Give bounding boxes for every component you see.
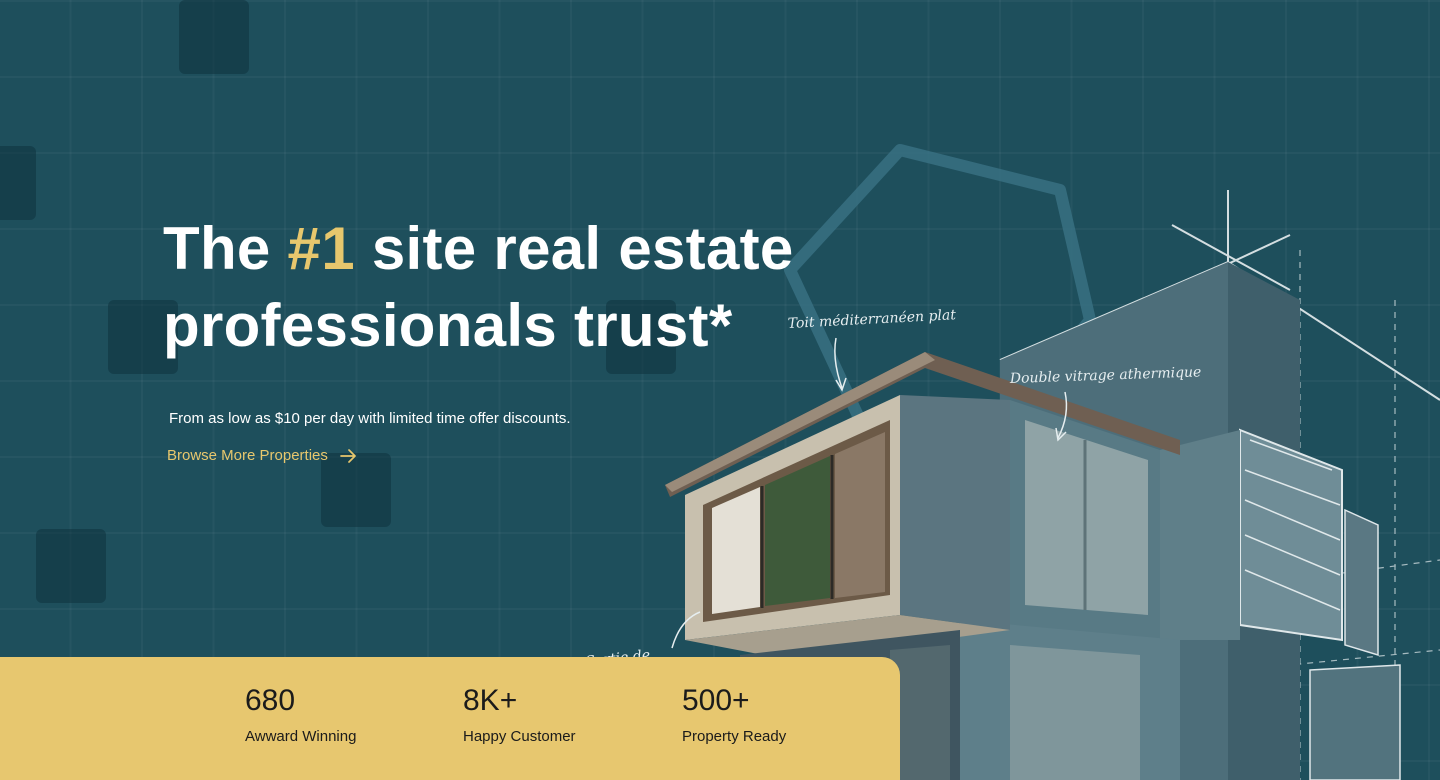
bg-tile [0, 146, 36, 220]
hero-subtitle: From as low as $10 per day with limited … [169, 410, 571, 427]
headline-prefix: The [163, 215, 288, 282]
browse-properties-label: Browse More Properties [167, 447, 328, 464]
stat-properties: 500+ Property Ready [682, 683, 786, 747]
headline-line-two: professionals trust* [163, 292, 733, 359]
stat-label: Property Ready [682, 728, 787, 745]
stat-value: 500+ [682, 684, 750, 717]
bg-tile [36, 529, 106, 603]
browse-properties-link[interactable]: Browse More Properties [167, 446, 357, 466]
stat-value: 8K+ [463, 684, 518, 717]
headline-accent: #1 [287, 215, 355, 282]
bg-tile [179, 0, 249, 74]
stat-customers: 8K+ Happy Customer [463, 683, 576, 747]
hero-section: Toit méditerranéen plat Double vitrage a… [0, 0, 1440, 780]
stat-label: Happy Customer [463, 728, 576, 745]
stat-label: Awward Winning [245, 728, 357, 745]
arrow-right-icon [340, 449, 356, 463]
stats-bar: 680 Awward Winning 8K+ Happy Customer 50… [0, 657, 900, 780]
hero-headline: The #1 site real estate professionals tr… [163, 210, 794, 364]
headline-suffix: site real estate [354, 215, 794, 282]
stat-award: 680 Awward Winning [245, 683, 356, 747]
stat-value: 680 [245, 684, 296, 717]
